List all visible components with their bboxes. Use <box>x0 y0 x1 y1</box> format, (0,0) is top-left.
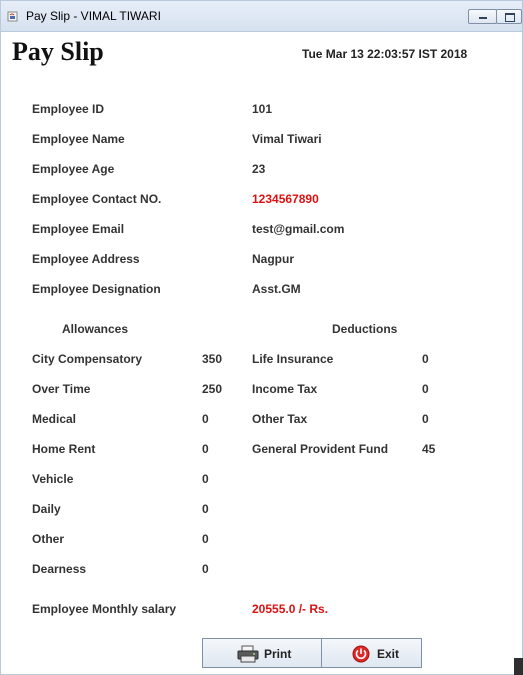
deduction-label: Other Tax <box>252 412 308 426</box>
allowances-heading: Allowances <box>62 322 129 336</box>
deduction-label: General Provident Fund <box>252 442 389 456</box>
allowance-value: 0 <box>202 502 209 516</box>
deduction-label: Income Tax <box>252 382 318 396</box>
maximize-button[interactable] <box>496 9 522 24</box>
monthly-salary-label: Employee Monthly salary <box>32 602 177 616</box>
allowance-value: 0 <box>202 442 209 456</box>
allowance-value: 250 <box>202 382 223 396</box>
employee-address-label: Employee Address <box>32 252 140 266</box>
deduction-label: Life Insurance <box>252 352 334 366</box>
payslip-window: Pay Slip - VIMAL TIWARI Pay Slip Tue Mar… <box>0 0 523 675</box>
employee-id-label: Employee ID <box>32 102 105 116</box>
printer-icon <box>237 645 259 666</box>
allowance-label: Other <box>32 532 65 546</box>
allowance-label: Home Rent <box>32 442 96 456</box>
allowance-value: 0 <box>202 412 209 426</box>
allowance-label: Medical <box>32 412 77 426</box>
employee-email-value: test@gmail.com <box>252 222 345 236</box>
allowance-label: Vehicle <box>32 472 74 486</box>
employee-age-value: 23 <box>252 162 266 176</box>
employee-name-value: Vimal Tiwari <box>252 132 322 146</box>
power-icon <box>352 645 370 666</box>
deduction-value: 0 <box>422 382 429 396</box>
allowance-value: 0 <box>202 562 209 576</box>
deduction-value: 0 <box>422 412 429 426</box>
employee-name-label: Employee Name <box>32 132 125 146</box>
exit-button-label: Exit <box>377 647 400 661</box>
employee-email-label: Employee Email <box>32 222 125 236</box>
employee-address-value: Nagpur <box>252 252 294 266</box>
minimize-button[interactable] <box>468 9 497 24</box>
title-bar[interactable]: Pay Slip - VIMAL TIWARI <box>1 1 522 32</box>
exit-button[interactable]: Exit <box>321 638 422 668</box>
employee-contact-label: Employee Contact NO. <box>32 192 162 206</box>
employee-designation-value: Asst.GM <box>252 282 301 296</box>
page-title: Pay Slip <box>12 37 104 66</box>
deductions-heading: Deductions <box>332 322 398 336</box>
allowance-label: City Compensatory <box>32 352 143 366</box>
allowance-value: 0 <box>202 532 209 546</box>
app-icon <box>7 9 19 22</box>
employee-designation-label: Employee Designation <box>32 282 161 296</box>
datetime-label: Tue Mar 13 22:03:57 IST 2018 <box>302 47 468 61</box>
print-button[interactable]: Print <box>202 638 322 668</box>
allowance-value: 0 <box>202 472 209 486</box>
allowance-value: 350 <box>202 352 223 366</box>
deduction-value: 0 <box>422 352 429 366</box>
monthly-salary-value: 20555.0 /- Rs. <box>252 602 329 616</box>
employee-contact-value: 1234567890 <box>252 192 319 206</box>
resize-grip[interactable] <box>514 658 523 675</box>
deduction-value: 45 <box>422 442 436 456</box>
employee-age-label: Employee Age <box>32 162 115 176</box>
print-button-label: Print <box>264 647 292 661</box>
employee-id-value: 101 <box>252 102 273 116</box>
allowance-label: Over Time <box>32 382 91 396</box>
allowance-label: Daily <box>32 502 61 516</box>
allowance-label: Dearness <box>32 562 87 576</box>
window-title: Pay Slip - VIMAL TIWARI <box>26 9 161 23</box>
